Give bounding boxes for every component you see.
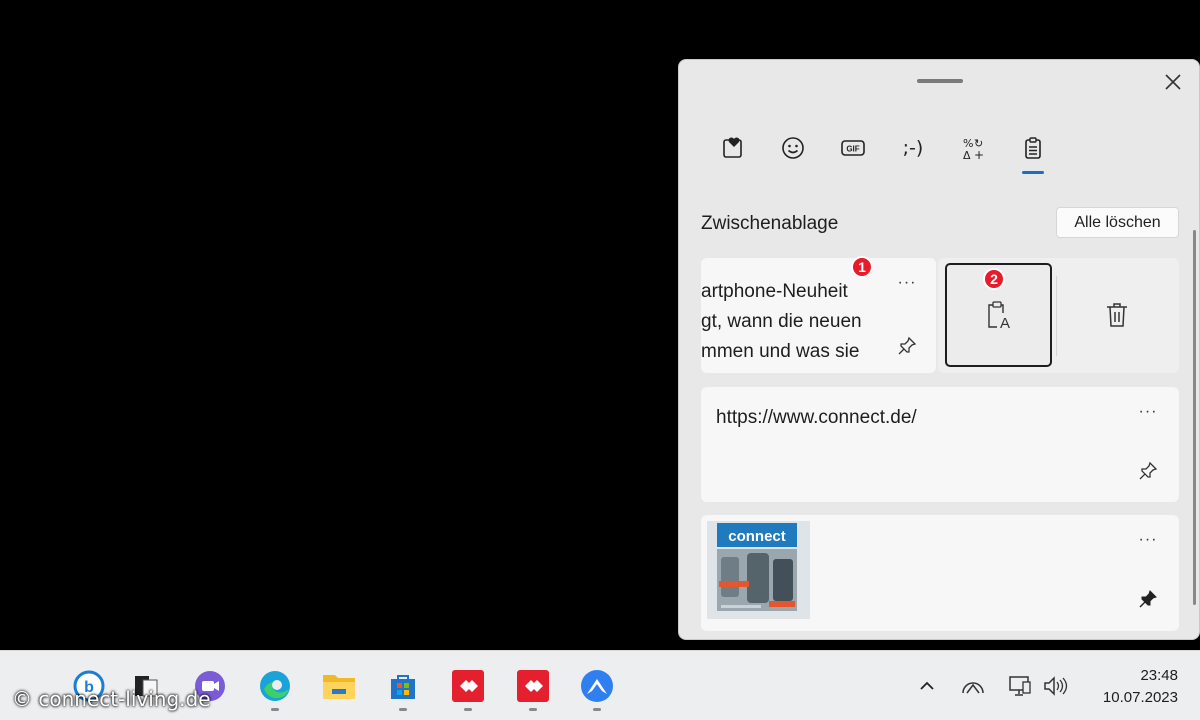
item-text-line: gt, wann die neuen [701,311,862,332]
delete-button[interactable] [1060,263,1174,367]
clear-all-button[interactable]: Alle löschen [1056,207,1179,238]
nordvpn-icon[interactable] [578,667,616,705]
tab-gif[interactable]: GIF [823,126,883,170]
heart-card-icon [723,137,742,158]
clipboard-item-url[interactable]: https://www.connect.de/ ··· [701,387,1179,502]
svg-text:+: + [974,148,984,161]
pin-button[interactable] [897,336,917,361]
network-icon[interactable] [1007,673,1033,699]
actions-divider [1056,276,1057,356]
svg-text:Δ: Δ [963,149,971,161]
pin-outline-icon [1139,461,1158,480]
more-options-button[interactable]: ··· [897,274,917,292]
watermark: © connect-living.de [12,687,211,711]
svg-text:A: A [999,315,1009,331]
clock-date: 10.07.2023 [1102,689,1178,706]
more-options-button[interactable]: ··· [1138,531,1158,549]
clipboard-item-text: artphone-Neuheit gt, wann die neuen mmen… [701,256,1179,375]
running-indicator [399,708,407,711]
active-tab-indicator [1022,171,1044,174]
anydesk-icon[interactable] [449,667,487,705]
close-button[interactable] [1159,68,1187,96]
item-text-line: mmen und was sie [701,341,860,362]
pin-outline-icon [898,336,917,355]
gif-icon: GIF [841,140,865,156]
kaomoji-label: ;-) [902,137,924,159]
panel-tabs: GIF ;-) % ↻ Δ + [703,126,1063,174]
svg-text:GIF: GIF [846,145,859,154]
more-options-button[interactable]: ··· [1138,403,1158,421]
trash-icon [1107,303,1127,327]
taskbar: b 23:48 10.07.2023 © connect-living.de [0,650,1200,720]
tab-clipboard[interactable] [1003,126,1063,174]
clipboard-panel: GIF ;-) % ↻ Δ + Zwischenablage Alle löschen… [678,59,1200,640]
pin-filled-icon [1139,590,1157,608]
running-indicator [593,708,601,711]
pin-button-pinned[interactable] [1138,589,1158,614]
annotation-badge-1: 1 [851,256,873,278]
item-text-content: artphone-Neuheit gt, wann die neuen mmen… [701,277,862,367]
volume-icon[interactable] [1042,673,1068,699]
nordvpn-tray-icon[interactable] [960,673,986,699]
clock[interactable]: 23:48 10.07.2023 [1086,665,1178,709]
anydesk-icon-2[interactable] [514,667,552,705]
symbols-icon: % ↻Δ + [963,137,984,161]
paste-as-text-icon: A [987,301,1010,331]
tab-symbols[interactable]: % ↻ Δ + [943,126,1003,170]
clipboard-icon [1025,137,1041,159]
clipboard-item-image[interactable]: connect ··· [701,515,1179,631]
pin-button[interactable] [1138,461,1158,486]
edge-browser-icon[interactable] [256,667,294,705]
microsoft-store-icon[interactable] [384,667,422,705]
clock-time: 23:48 [1140,667,1178,684]
magazine-cover-thumbnail: connect [707,521,810,619]
running-indicator [464,708,472,711]
svg-text:connect: connect [728,528,786,545]
file-explorer-icon[interactable] [320,667,358,705]
running-indicator [271,708,279,711]
section-title: Zwischenablage [701,213,839,234]
close-icon [1165,74,1181,90]
tab-emoji[interactable] [763,126,823,170]
item-text-line: artphone-Neuheit [701,281,848,302]
item-url-text: https://www.connect.de/ [716,407,917,428]
tab-kaomoji[interactable]: ;-) [883,126,943,170]
running-indicator [529,708,537,711]
show-hidden-icons-chevron-up-icon[interactable] [914,673,940,699]
item-actions: A [938,258,1179,373]
annotation-badge-2: 2 [983,268,1005,290]
tab-kaomoji-favorites[interactable] [703,126,763,170]
emoji-icon [782,137,804,159]
scrollbar[interactable] [1193,230,1196,605]
clipboard-item-text-card[interactable]: artphone-Neuheit gt, wann die neuen mmen… [701,258,936,373]
drag-handle[interactable] [917,79,963,83]
